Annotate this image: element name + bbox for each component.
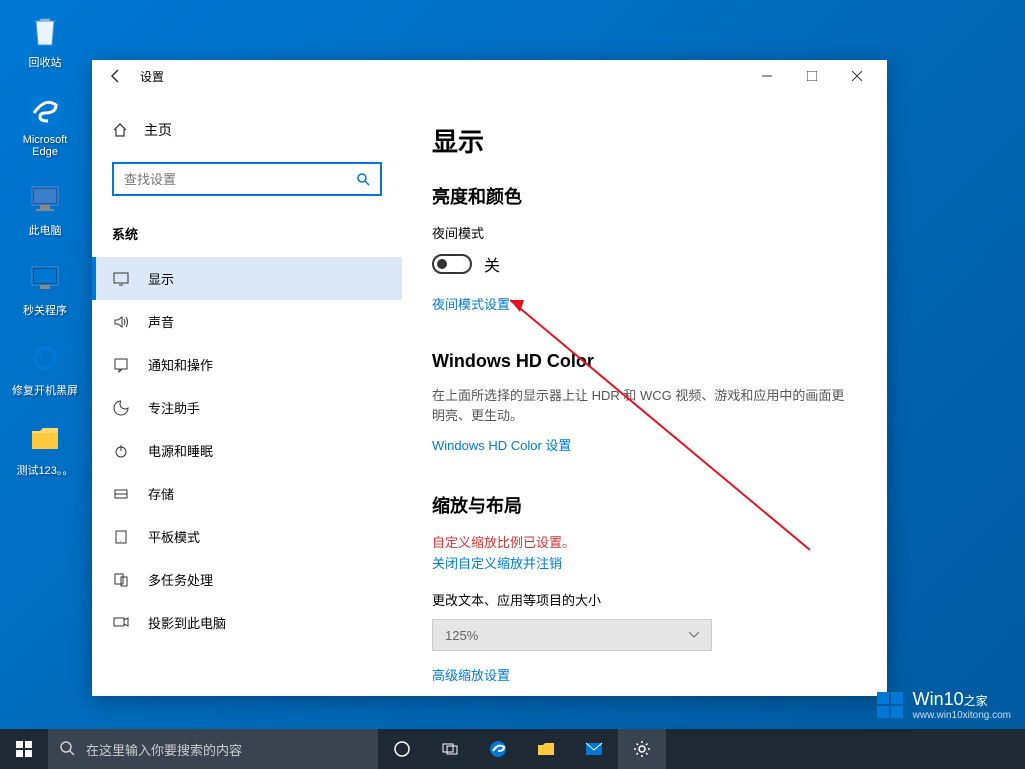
nav-tablet[interactable]: 平板模式 xyxy=(92,515,402,558)
cortana-icon[interactable] xyxy=(378,729,426,769)
edge-icon xyxy=(25,90,65,130)
titlebar: 设置 xyxy=(92,60,887,92)
search-icon xyxy=(356,172,370,186)
pc-icon xyxy=(25,178,65,218)
content-pane: 显示 亮度和颜色 夜间模式 关 夜间模式设置 Windows HD Color … xyxy=(402,92,887,696)
focus-icon xyxy=(112,399,130,417)
desktop-icon-this-pc[interactable]: 此电脑 xyxy=(10,178,80,238)
storage-icon xyxy=(112,485,130,503)
watermark-suffix: 之家 xyxy=(964,694,988,708)
display-icon xyxy=(112,270,130,288)
hd-color-link[interactable]: Windows HD Color 设置 xyxy=(432,435,857,454)
night-mode-settings-link[interactable]: 夜间模式设置 xyxy=(432,294,857,313)
taskbar: 在这里输入你要搜索的内容 xyxy=(0,729,1025,769)
watermark-title: Win10 xyxy=(913,689,964,709)
desktop-icon-label: 修复开机黑屏 xyxy=(12,382,78,398)
power-icon xyxy=(112,442,130,460)
nav-label: 平板模式 xyxy=(148,527,200,546)
page-heading: 显示 xyxy=(432,122,857,159)
taskbar-search[interactable]: 在这里输入你要搜索的内容 xyxy=(48,729,378,769)
desktop-icon-label: 秒关程序 xyxy=(23,302,67,318)
nav-list: 显示 声音 通知和操作 专注助手 电源和睡眠 xyxy=(92,257,402,644)
nav-project[interactable]: 投影到此电脑 xyxy=(92,601,402,644)
nav-label: 电源和睡眠 xyxy=(148,441,213,460)
night-mode-label: 夜间模式 xyxy=(432,223,857,242)
taskbar-settings-icon[interactable] xyxy=(618,729,666,769)
nav-sound[interactable]: 声音 xyxy=(92,300,402,343)
scale-label: 更改文本、应用等项目的大小 xyxy=(432,590,857,609)
home-icon xyxy=(112,122,128,138)
search-icon xyxy=(60,741,76,757)
desktop-icon-edge[interactable]: Microsoft Edge xyxy=(10,90,80,158)
scale-warning: 自定义缩放比例已设置。 xyxy=(432,532,857,551)
chevron-down-icon xyxy=(689,632,699,638)
section-label: 系统 xyxy=(92,210,402,257)
desktop-icon-label: 此电脑 xyxy=(29,222,62,238)
desktop-icon-label: Microsoft Edge xyxy=(10,134,80,158)
scale-dropdown[interactable]: 125% xyxy=(432,619,712,651)
taskbar-edge-icon[interactable] xyxy=(474,729,522,769)
hd-color-desc: 在上面所选择的显示器上让 HDR 和 WCG 视频、游戏和应用中的画面更明亮、更… xyxy=(432,386,857,425)
maximize-button[interactable] xyxy=(789,60,834,92)
desktop-icon-folder[interactable]: 测试123。。 xyxy=(10,418,80,478)
desktop-icons: 回收站 Microsoft Edge 此电脑 秒关程序 修复开机黑屏 测试123… xyxy=(10,10,80,478)
shutdown-icon xyxy=(25,258,65,298)
scale-signout-link[interactable]: 关闭自定义缩放并注销 xyxy=(432,553,857,572)
advanced-scale-link[interactable]: 高级缩放设置 xyxy=(432,665,857,684)
nav-label: 多任务处理 xyxy=(148,570,213,589)
desktop-icon-label: 回收站 xyxy=(29,54,62,70)
project-icon xyxy=(112,614,130,632)
search-input[interactable] xyxy=(124,172,356,187)
nav-label: 投影到此电脑 xyxy=(148,613,226,632)
window-title: 设置 xyxy=(140,68,164,85)
desktop-icon-label: 测试123。。 xyxy=(17,462,74,478)
tablet-icon xyxy=(112,528,130,546)
home-button[interactable]: 主页 xyxy=(92,112,402,148)
taskbar-explorer-icon[interactable] xyxy=(522,729,570,769)
desktop-icon-recycle-bin[interactable]: 回收站 xyxy=(10,10,80,70)
nav-multitask[interactable]: 多任务处理 xyxy=(92,558,402,601)
watermark-url: www.win10xitong.com xyxy=(913,710,1011,721)
taskbar-search-placeholder: 在这里输入你要搜索的内容 xyxy=(86,740,242,759)
start-button[interactable] xyxy=(0,729,48,769)
nav-display[interactable]: 显示 xyxy=(92,257,402,300)
nav-notifications[interactable]: 通知和操作 xyxy=(92,343,402,386)
nav-label: 声音 xyxy=(148,312,174,331)
hd-color-heading: Windows HD Color xyxy=(432,351,857,372)
nav-label: 通知和操作 xyxy=(148,355,213,374)
toggle-state: 关 xyxy=(484,252,500,276)
taskbar-mail-icon[interactable] xyxy=(570,729,618,769)
nav-label: 显示 xyxy=(148,269,174,288)
nav-label: 专注助手 xyxy=(148,398,200,417)
night-mode-toggle[interactable] xyxy=(432,254,472,274)
desktop-icon-shutdown[interactable]: 秒关程序 xyxy=(10,258,80,318)
repair-icon xyxy=(25,338,65,378)
nav-storage[interactable]: 存储 xyxy=(92,472,402,515)
nav-power[interactable]: 电源和睡眠 xyxy=(92,429,402,472)
nav-label: 存储 xyxy=(148,484,174,503)
back-button[interactable] xyxy=(100,60,132,92)
watermark: Win10之家 www.win10xitong.com xyxy=(875,689,1011,721)
close-button[interactable] xyxy=(834,60,879,92)
settings-window: 设置 主页 系统 显示 声音 xyxy=(92,60,887,696)
sidebar: 主页 系统 显示 声音 通知和操作 xyxy=(92,92,402,696)
dropdown-value: 125% xyxy=(445,628,478,643)
desktop-icon-repair[interactable]: 修复开机黑屏 xyxy=(10,338,80,398)
task-view-icon[interactable] xyxy=(426,729,474,769)
sound-icon xyxy=(112,313,130,331)
multitask-icon xyxy=(112,571,130,589)
scale-heading: 缩放与布局 xyxy=(432,492,857,518)
settings-search[interactable] xyxy=(112,162,382,196)
folder-icon xyxy=(25,418,65,458)
nav-focus[interactable]: 专注助手 xyxy=(92,386,402,429)
brightness-heading: 亮度和颜色 xyxy=(432,183,857,209)
home-label: 主页 xyxy=(144,120,172,140)
windows-logo-icon xyxy=(875,690,905,720)
recycle-bin-icon xyxy=(25,10,65,50)
notifications-icon xyxy=(112,356,130,374)
minimize-button[interactable] xyxy=(744,60,789,92)
